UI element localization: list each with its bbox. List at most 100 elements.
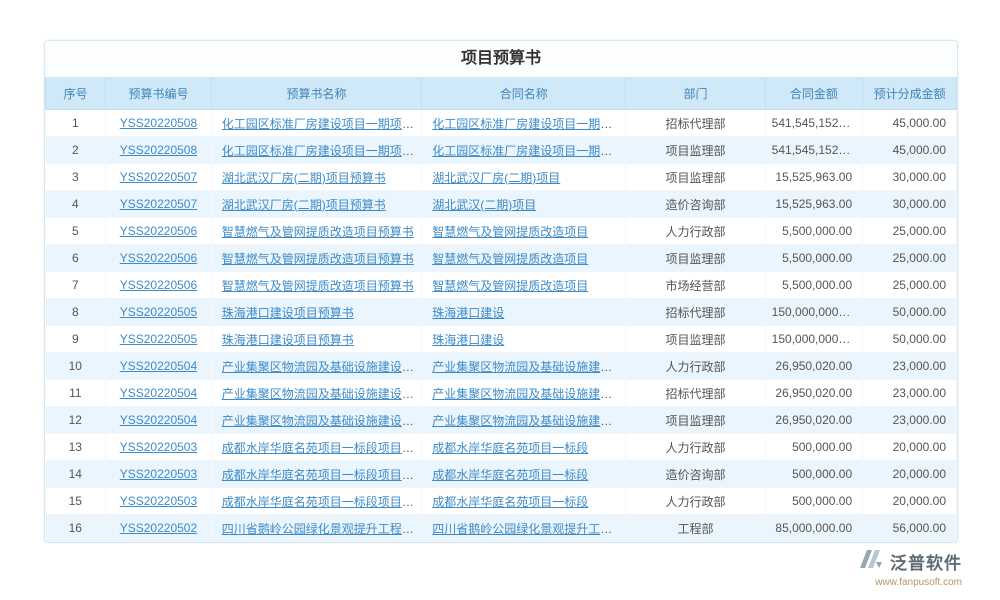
cell-amount: 15,525,963.00 — [765, 164, 862, 191]
budget-name-link[interactable]: 湖北武汉厂房(二期)项目预算书 — [222, 171, 386, 185]
budget-code-link[interactable]: YSS20220508 — [120, 143, 197, 157]
cell-name: 产业集聚区物流园及基础设施建设（二期... — [211, 380, 421, 407]
brand-url[interactable]: www.fanpusoft.com — [782, 577, 962, 588]
budget-code-link[interactable]: YSS20220507 — [120, 197, 197, 211]
budget-name-link[interactable]: 产业集聚区物流园及基础设施建设（二期... — [222, 360, 422, 374]
cell-no: 8 — [46, 299, 106, 326]
cell-share: 23,000.00 — [863, 380, 957, 407]
cell-share: 25,000.00 — [863, 272, 957, 299]
cell-contract: 智慧燃气及管网提质改造项目 — [422, 218, 626, 245]
cell-no: 7 — [46, 272, 106, 299]
budget-code-link[interactable]: YSS20220506 — [120, 251, 197, 265]
cell-amount: 150,000,000.00 — [765, 299, 862, 326]
budget-name-link[interactable]: 湖北武汉厂房(二期)项目预算书 — [222, 198, 386, 212]
budget-name-link[interactable]: 珠海港口建设项目预算书 — [222, 333, 354, 347]
budget-name-link[interactable]: 化工园区标准厂房建设项目一期项目预算书 — [222, 144, 422, 158]
cell-name: 珠海港口建设项目预算书 — [211, 299, 421, 326]
brand-footer: 泛普软件 www.fanpusoft.com — [782, 548, 962, 588]
cell-dept: 项目监理部 — [626, 326, 765, 353]
contract-name-link[interactable]: 智慧燃气及管网提质改造项目 — [432, 279, 588, 293]
budget-code-link[interactable]: YSS20220502 — [120, 521, 197, 535]
budget-code-link[interactable]: YSS20220504 — [120, 413, 197, 427]
budget-name-link[interactable]: 珠海港口建设项目预算书 — [222, 306, 354, 320]
column-header-amount: 合同金额 — [765, 78, 862, 110]
cell-contract: 产业集聚区物流园及基础设施建设（二期... — [422, 407, 626, 434]
cell-dept: 人力行政部 — [626, 353, 765, 380]
table-row: 10 YSS20220504 产业集聚区物流园及基础设施建设（二期... 产业集聚区物… — [46, 353, 957, 380]
contract-name-link[interactable]: 湖北武汉厂房(二期)项目 — [432, 171, 560, 185]
cell-name: 化工园区标准厂房建设项目一期项目预算书 — [211, 110, 421, 137]
contract-name-link[interactable]: 四川省鹅岭公园绿化景观提升工程施工 — [432, 522, 626, 536]
budget-name-link[interactable]: 成都水岸华庭名苑项目一标段项目预算书 — [222, 495, 422, 509]
contract-name-link[interactable]: 化工园区标准厂房建设项目一期项目 — [432, 144, 624, 158]
budget-code-link[interactable]: YSS20220508 — [120, 116, 197, 130]
cell-code: YSS20220507 — [106, 191, 212, 218]
cell-contract: 湖北武汉厂房(二期)项目 — [422, 164, 626, 191]
cell-dept: 项目监理部 — [626, 407, 765, 434]
cell-amount: 500,000.00 — [765, 461, 862, 488]
contract-name-link[interactable]: 产业集聚区物流园及基础设施建设（二期... — [432, 414, 626, 428]
cell-no: 16 — [46, 515, 106, 542]
budget-name-link[interactable]: 四川省鹅岭公园绿化景观提升工程施工预... — [222, 522, 422, 536]
table-row: 9YSS20220505珠海港口建设项目预算书珠海港口建设项目监理部150,00… — [46, 326, 957, 353]
budget-code-link[interactable]: YSS20220503 — [120, 494, 197, 508]
cell-contract: 成都水岸华庭名苑项目一标段 — [422, 434, 626, 461]
cell-name: 四川省鹅岭公园绿化景观提升工程施工预... — [211, 515, 421, 542]
budget-code-link[interactable]: YSS20220505 — [120, 332, 197, 346]
contract-name-link[interactable]: 湖北武汉(二期)项目 — [432, 198, 536, 212]
cell-amount: 5,500,000.00 — [765, 272, 862, 299]
cell-amount: 26,950,020.00 — [765, 380, 862, 407]
budget-code-link[interactable]: YSS20220504 — [120, 359, 197, 373]
budget-code-link[interactable]: YSS20220507 — [120, 170, 197, 184]
budget-name-link[interactable]: 智慧燃气及管网提质改造项目预算书 — [222, 225, 414, 239]
cell-dept: 工程部 — [626, 515, 765, 542]
budget-name-link[interactable]: 产业集聚区物流园及基础设施建设（二期... — [222, 414, 422, 428]
cell-code: YSS20220506 — [106, 245, 212, 272]
table-row: 3YSS20220507湖北武汉厂房(二期)项目预算书湖北武汉厂房(二期)项目项… — [46, 164, 957, 191]
table-row: 8YSS20220505珠海港口建设项目预算书珠海港口建设招标代理部150,00… — [46, 299, 957, 326]
brand-name[interactable]: 泛普软件 — [890, 549, 962, 574]
budget-name-link[interactable]: 成都水岸华庭名苑项目一标段项目预算书 — [222, 468, 422, 482]
cell-contract: 智慧燃气及管网提质改造项目 — [422, 245, 626, 272]
budget-name-link[interactable]: 成都水岸华庭名苑项目一标段项目预算书 — [222, 441, 422, 455]
budget-code-link[interactable]: YSS20220506 — [120, 224, 197, 238]
contract-name-link[interactable]: 智慧燃气及管网提质改造项目 — [432, 252, 588, 266]
cell-name: 产业集聚区物流园及基础设施建设（二期... — [211, 407, 421, 434]
contract-name-link[interactable]: 化工园区标准厂房建设项目一期项目 — [432, 117, 624, 131]
contract-name-link[interactable]: 产业集聚区物流园及基础设施建设（二期... — [432, 360, 626, 374]
cell-contract: 成都水岸华庭名苑项目一标段 — [422, 488, 626, 515]
contract-name-link[interactable]: 成都水岸华庭名苑项目一标段 — [432, 495, 588, 509]
budget-name-link[interactable]: 化工园区标准厂房建设项目一期项目预算书 — [222, 117, 422, 131]
contract-name-link[interactable]: 珠海港口建设 — [432, 306, 504, 320]
budget-code-link[interactable]: YSS20220503 — [120, 440, 197, 454]
cell-name: 珠海港口建设项目预算书 — [211, 326, 421, 353]
cell-contract: 化工园区标准厂房建设项目一期项目 — [422, 110, 626, 137]
budget-name-link[interactable]: 产业集聚区物流园及基础设施建设（二期... — [222, 387, 422, 401]
cell-contract: 湖北武汉(二期)项目 — [422, 191, 626, 218]
contract-name-link[interactable]: 产业集聚区物流园及基础设施建设（二期... — [432, 387, 626, 401]
contract-name-link[interactable]: 成都水岸华庭名苑项目一标段 — [432, 441, 588, 455]
budget-name-link[interactable]: 智慧燃气及管网提质改造项目预算书 — [222, 252, 414, 266]
budget-code-link[interactable]: YSS20220506 — [120, 278, 197, 292]
budget-name-link[interactable]: 智慧燃气及管网提质改造项目预算书 — [222, 279, 414, 293]
cell-no: 10 — [46, 353, 106, 380]
cell-code: YSS20220503 — [106, 461, 212, 488]
table-row: 11YSS20220504产业集聚区物流园及基础设施建设（二期...产业集聚区物… — [46, 380, 957, 407]
cell-share: 56,000.00 — [863, 515, 957, 542]
budget-code-link[interactable]: YSS20220504 — [120, 386, 197, 400]
cell-dept: 人力行政部 — [626, 218, 765, 245]
cell-code: YSS20220503 — [106, 434, 212, 461]
cell-no: 13 — [46, 434, 106, 461]
column-header-no: 序号 — [46, 78, 106, 110]
table-row: 1YSS20220508化工园区标准厂房建设项目一期项目预算书化工园区标准厂房建… — [46, 110, 957, 137]
budget-code-link[interactable]: YSS20220505 — [120, 305, 197, 319]
contract-name-link[interactable]: 珠海港口建设 — [432, 333, 504, 347]
cell-name: 产业集聚区物流园及基础设施建设（二期... — [211, 353, 421, 380]
cell-contract: 产业集聚区物流园及基础设施建设（二期... — [422, 353, 626, 380]
cell-no: 2 — [46, 137, 106, 164]
cell-contract: 成都水岸华庭名苑项目一标段 — [422, 461, 626, 488]
contract-name-link[interactable]: 成都水岸华庭名苑项目一标段 — [432, 468, 588, 482]
contract-name-link[interactable]: 智慧燃气及管网提质改造项目 — [432, 225, 588, 239]
budget-code-link[interactable]: YSS20220503 — [120, 467, 197, 481]
cell-contract: 化工园区标准厂房建设项目一期项目 — [422, 137, 626, 164]
